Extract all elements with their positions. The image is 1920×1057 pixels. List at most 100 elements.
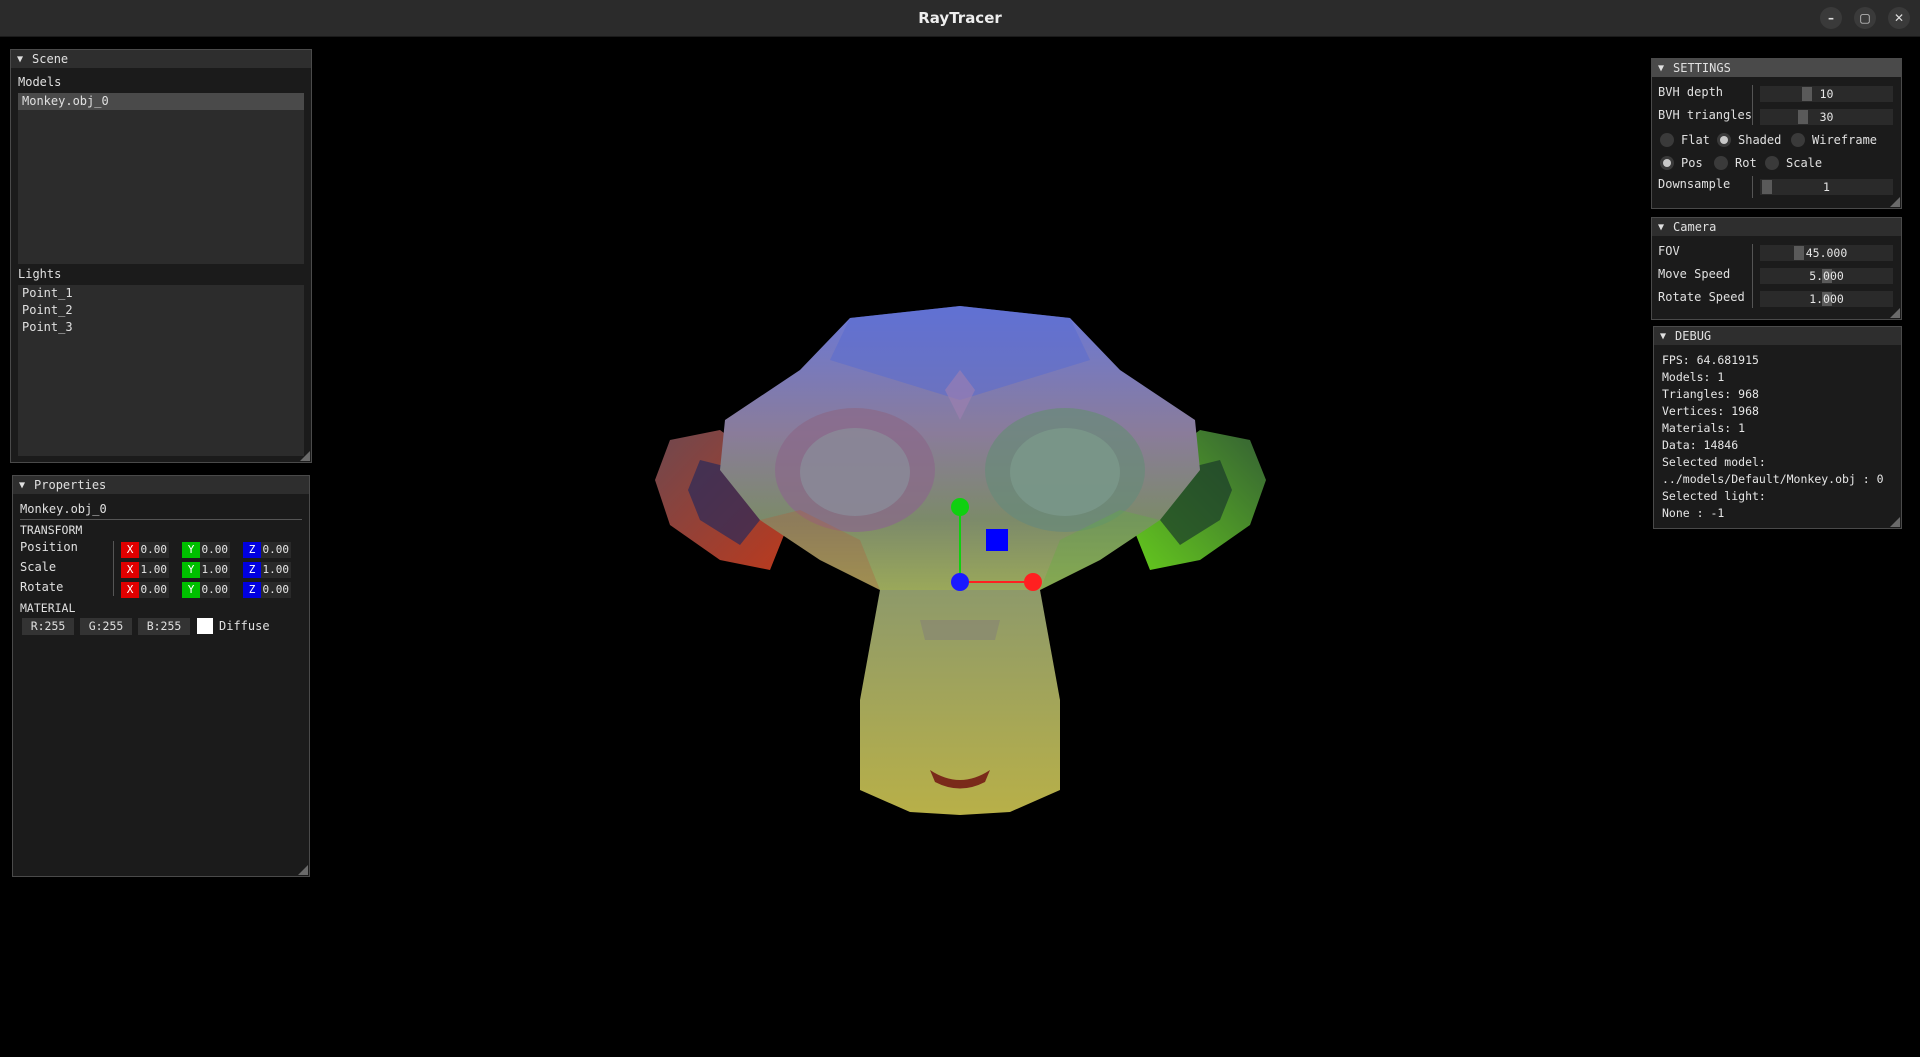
gizmo-x-handle[interactable] xyxy=(1024,573,1042,591)
position-y-field[interactable]: 0.00 xyxy=(200,542,230,558)
debug-panel-header[interactable]: ▼ DEBUG xyxy=(1654,327,1901,345)
vertices-count: Vertices: 1968 xyxy=(1662,404,1759,418)
bvh-depth-value: 10 xyxy=(1819,87,1834,101)
scene-panel-header[interactable]: ▼ Scene xyxy=(11,50,311,68)
scale-radio[interactable] xyxy=(1765,156,1779,170)
scale-y-field[interactable]: 1.00 xyxy=(200,562,230,578)
slider-grab-handle[interactable] xyxy=(1798,110,1808,124)
transform-heading: TRANSFORM xyxy=(20,523,83,537)
models-count: Models: 1 xyxy=(1662,370,1725,384)
models-list[interactable]: Monkey.obj_0 xyxy=(18,93,304,264)
column-separator xyxy=(1752,85,1753,125)
downsample-value: 1 xyxy=(1823,180,1830,194)
bvh-triangles-slider[interactable]: 30 xyxy=(1760,109,1893,125)
maximize-icon: ▢ xyxy=(1859,11,1871,25)
collapse-triangle-icon: ▼ xyxy=(19,479,26,491)
lights-list[interactable]: Point_1 Point_2 Point_3 xyxy=(18,285,304,456)
position-z-field[interactable]: 0.00 xyxy=(261,542,291,558)
gizmo-z-handle[interactable] xyxy=(951,573,969,591)
gizmo-center-handle[interactable] xyxy=(986,529,1008,551)
shaded-radio[interactable] xyxy=(1717,133,1731,147)
move-speed-label: Move Speed xyxy=(1658,267,1731,281)
material-color-swatch[interactable] xyxy=(197,618,213,634)
rotate-speed-slider[interactable]: 1.000 xyxy=(1760,291,1893,307)
scale-x-field[interactable]: 1.00 xyxy=(139,562,169,578)
minimize-icon: – xyxy=(1828,11,1834,25)
fov-slider[interactable]: 45.000 xyxy=(1760,245,1893,261)
slider-grab-handle[interactable] xyxy=(1794,246,1804,260)
resize-grip-icon[interactable] xyxy=(298,865,308,875)
slider-grab-handle[interactable] xyxy=(1802,87,1812,101)
selected-light-value: None : -1 xyxy=(1662,506,1725,520)
rot-radio-label: Rot xyxy=(1735,156,1757,170)
settings-panel-header[interactable]: ▼ SETTINGS xyxy=(1652,59,1901,77)
camera-panel-header[interactable]: ▼ Camera xyxy=(1652,218,1901,236)
position-label: Position xyxy=(20,540,78,554)
resize-grip-icon[interactable] xyxy=(300,451,310,461)
list-item[interactable]: Point_2 xyxy=(18,302,304,319)
scale-y-axis-label: Y xyxy=(182,562,200,578)
rotate-y-field[interactable]: 0.00 xyxy=(200,582,230,598)
close-icon: ✕ xyxy=(1893,11,1905,25)
settings-panel-title: SETTINGS xyxy=(1673,61,1731,75)
rotate-x-field[interactable]: 0.00 xyxy=(139,582,169,598)
scale-z-field[interactable]: 1.00 xyxy=(261,562,291,578)
minimize-button[interactable]: – xyxy=(1820,7,1842,29)
triangles-count: Triangles: 968 xyxy=(1662,387,1759,401)
move-speed-slider[interactable]: 5.000 xyxy=(1760,268,1893,284)
bvh-depth-label: BVH depth xyxy=(1658,85,1724,99)
debug-panel-title: DEBUG xyxy=(1675,329,1712,343)
properties-panel: ▼ Properties Monkey.obj_0 TRANSFORM Posi… xyxy=(12,475,310,877)
divider xyxy=(20,519,302,520)
flat-radio[interactable] xyxy=(1660,133,1674,147)
resize-grip-icon[interactable] xyxy=(1890,517,1900,527)
fov-label: FOV xyxy=(1658,244,1680,258)
scale-label: Scale xyxy=(20,560,57,574)
pos-radio[interactable] xyxy=(1660,156,1674,170)
selected-model-path: ../models/Default/Monkey.obj : 0 xyxy=(1662,472,1884,486)
rotate-z-field[interactable]: 0.00 xyxy=(261,582,291,598)
rotate-x-axis-label: X xyxy=(121,582,139,598)
scale-radio-label: Scale xyxy=(1786,156,1823,170)
material-b-field[interactable]: B:255 xyxy=(138,618,190,635)
position-z-axis-label: Z xyxy=(243,542,261,558)
title-bar: RayTracer – ▢ ✕ xyxy=(0,0,1920,37)
selected-light-label: Selected light: xyxy=(1662,489,1766,503)
rot-radio[interactable] xyxy=(1714,156,1728,170)
material-type-label: Diffuse xyxy=(219,619,270,633)
fov-value: 45.000 xyxy=(1805,246,1848,260)
transform-gizmo[interactable] xyxy=(940,467,1060,607)
debug-panel: ▼ DEBUG FPS: 64.681915 Models: 1 Triangl… xyxy=(1653,326,1902,529)
position-y-axis-label: Y xyxy=(182,542,200,558)
bvh-triangles-value: 30 xyxy=(1819,110,1834,124)
material-heading: MATERIAL xyxy=(20,601,76,615)
list-item[interactable]: Point_3 xyxy=(18,319,304,336)
fps-readout: FPS: 64.681915 xyxy=(1662,353,1759,367)
camera-panel-title: Camera xyxy=(1673,220,1717,234)
models-label: Models xyxy=(18,75,62,89)
window-title: RayTracer xyxy=(918,9,1002,27)
close-button[interactable]: ✕ xyxy=(1888,7,1910,29)
resize-grip-icon[interactable] xyxy=(1890,308,1900,318)
properties-panel-header[interactable]: ▼ Properties xyxy=(13,476,309,494)
bvh-depth-slider[interactable]: 10 xyxy=(1760,86,1893,102)
wireframe-radio-label: Wireframe xyxy=(1812,133,1878,147)
downsample-slider[interactable]: 1 xyxy=(1760,179,1893,195)
move-speed-value: 5.000 xyxy=(1809,269,1844,283)
column-separator xyxy=(1752,176,1753,198)
maximize-button[interactable]: ▢ xyxy=(1854,7,1876,29)
material-g-field[interactable]: G:255 xyxy=(80,618,132,635)
downsample-label: Downsample xyxy=(1658,177,1731,191)
position-x-field[interactable]: 0.00 xyxy=(139,542,169,558)
selected-object-name: Monkey.obj_0 xyxy=(20,502,107,516)
rotate-speed-value: 1.000 xyxy=(1809,292,1844,306)
list-item[interactable]: Monkey.obj_0 xyxy=(18,93,304,110)
list-item[interactable]: Point_1 xyxy=(18,285,304,302)
material-r-field[interactable]: R:255 xyxy=(22,618,74,635)
wireframe-radio[interactable] xyxy=(1791,133,1805,147)
slider-grab-handle[interactable] xyxy=(1762,180,1772,194)
resize-grip-icon[interactable] xyxy=(1890,197,1900,207)
collapse-triangle-icon: ▼ xyxy=(1658,221,1665,233)
gizmo-y-handle[interactable] xyxy=(951,498,969,516)
bvh-triangles-label: BVH triangles xyxy=(1658,108,1752,122)
